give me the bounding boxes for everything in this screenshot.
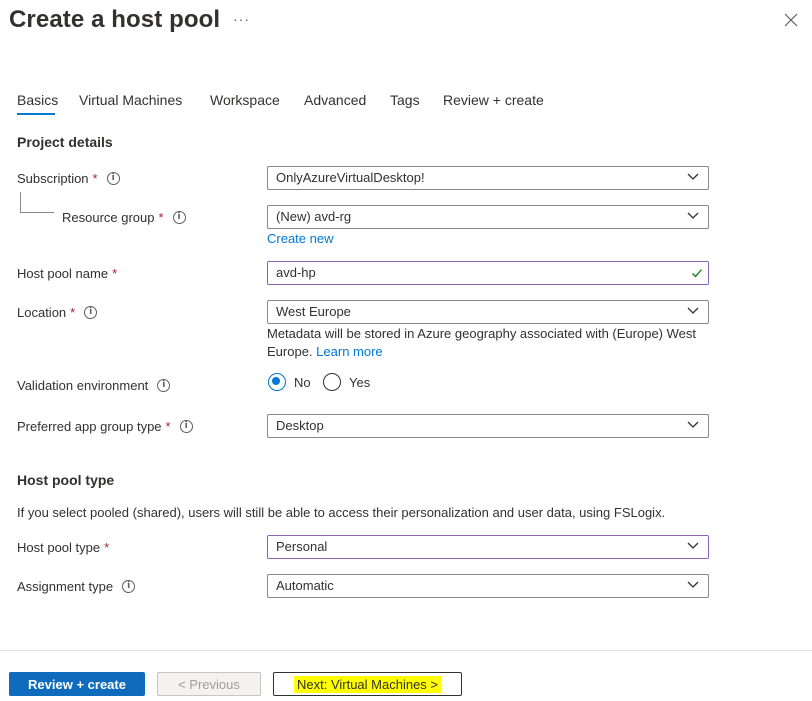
subscription-value: OnlyAzureVirtualDesktop! bbox=[276, 170, 425, 185]
chevron-down-icon bbox=[687, 212, 699, 219]
location-dropdown[interactable]: West Europe bbox=[267, 300, 709, 324]
info-icon[interactable]: i bbox=[157, 379, 171, 392]
tab-basics[interactable]: Basics bbox=[17, 92, 58, 108]
resource-group-value: (New) avd-rg bbox=[276, 209, 352, 224]
checkmark-icon bbox=[692, 269, 702, 278]
host-pool-name-input[interactable]: avd-hp bbox=[267, 261, 709, 285]
tab-virtual-machines[interactable]: Virtual Machines bbox=[79, 92, 182, 108]
footer-divider bbox=[0, 650, 812, 651]
section-heading-project-details: Project details bbox=[17, 134, 113, 150]
host-pool-name-label: Host pool name * bbox=[17, 266, 118, 281]
close-icon[interactable] bbox=[783, 12, 799, 28]
next-virtual-machines-button[interactable]: Next: Virtual Machines > bbox=[273, 672, 462, 696]
host-pool-type-label: Host pool type * bbox=[17, 540, 110, 555]
validation-yes-label: Yes bbox=[349, 375, 371, 390]
info-icon[interactable]: i bbox=[122, 580, 136, 593]
validation-environment-label: Validation environment i bbox=[17, 378, 171, 393]
section-heading-host-pool-type: Host pool type bbox=[17, 472, 115, 488]
next-button-label: Next: Virtual Machines > bbox=[293, 675, 442, 693]
host-pool-type-dropdown[interactable]: Personal bbox=[267, 535, 709, 559]
info-icon[interactable]: i bbox=[84, 306, 98, 319]
tab-tags[interactable]: Tags bbox=[390, 92, 420, 108]
chevron-down-icon bbox=[687, 307, 699, 314]
subscription-label: Subscription * i bbox=[17, 171, 120, 186]
subscription-dropdown[interactable]: OnlyAzureVirtualDesktop! bbox=[267, 166, 709, 190]
learn-more-link[interactable]: Learn more bbox=[316, 344, 382, 359]
tree-connector bbox=[20, 192, 54, 213]
host-pool-name-value: avd-hp bbox=[276, 265, 316, 280]
chevron-down-icon bbox=[687, 542, 699, 549]
app-group-type-dropdown[interactable]: Desktop bbox=[267, 414, 709, 438]
tab-workspace[interactable]: Workspace bbox=[210, 92, 280, 108]
host-pool-type-description: If you select pooled (shared), users wil… bbox=[17, 505, 666, 520]
active-tab-indicator bbox=[17, 113, 55, 115]
info-icon[interactable]: i bbox=[106, 172, 120, 185]
assignment-type-value: Automatic bbox=[276, 578, 334, 593]
info-icon[interactable]: i bbox=[172, 211, 186, 224]
chevron-down-icon bbox=[687, 581, 699, 588]
create-new-link[interactable]: Create new bbox=[267, 231, 333, 246]
location-help-text: Metadata will be stored in Azure geograp… bbox=[267, 326, 696, 359]
page-title: Create a host pool bbox=[9, 6, 221, 33]
validation-no-label: No bbox=[294, 375, 311, 390]
chevron-down-icon bbox=[687, 421, 699, 428]
more-options-icon[interactable]: ··· bbox=[233, 11, 250, 27]
app-group-type-value: Desktop bbox=[276, 418, 324, 433]
tab-advanced[interactable]: Advanced bbox=[304, 92, 366, 108]
location-label: Location * i bbox=[17, 305, 98, 320]
assignment-type-dropdown[interactable]: Automatic bbox=[267, 574, 709, 598]
location-value: West Europe bbox=[276, 304, 351, 319]
resource-group-dropdown[interactable]: (New) avd-rg bbox=[267, 205, 709, 229]
previous-button[interactable]: < Previous bbox=[157, 672, 261, 696]
assignment-type-label: Assignment type i bbox=[17, 579, 136, 594]
validation-no-radio[interactable] bbox=[268, 373, 286, 391]
app-group-type-label: Preferred app group type * i bbox=[17, 419, 193, 434]
host-pool-type-value: Personal bbox=[276, 539, 328, 554]
validation-yes-radio[interactable] bbox=[323, 373, 341, 391]
review-create-button[interactable]: Review + create bbox=[9, 672, 145, 696]
resource-group-label: Resource group * i bbox=[62, 210, 186, 225]
tab-review-create[interactable]: Review + create bbox=[443, 92, 544, 108]
chevron-down-icon bbox=[687, 173, 699, 180]
info-icon[interactable]: i bbox=[179, 420, 193, 433]
